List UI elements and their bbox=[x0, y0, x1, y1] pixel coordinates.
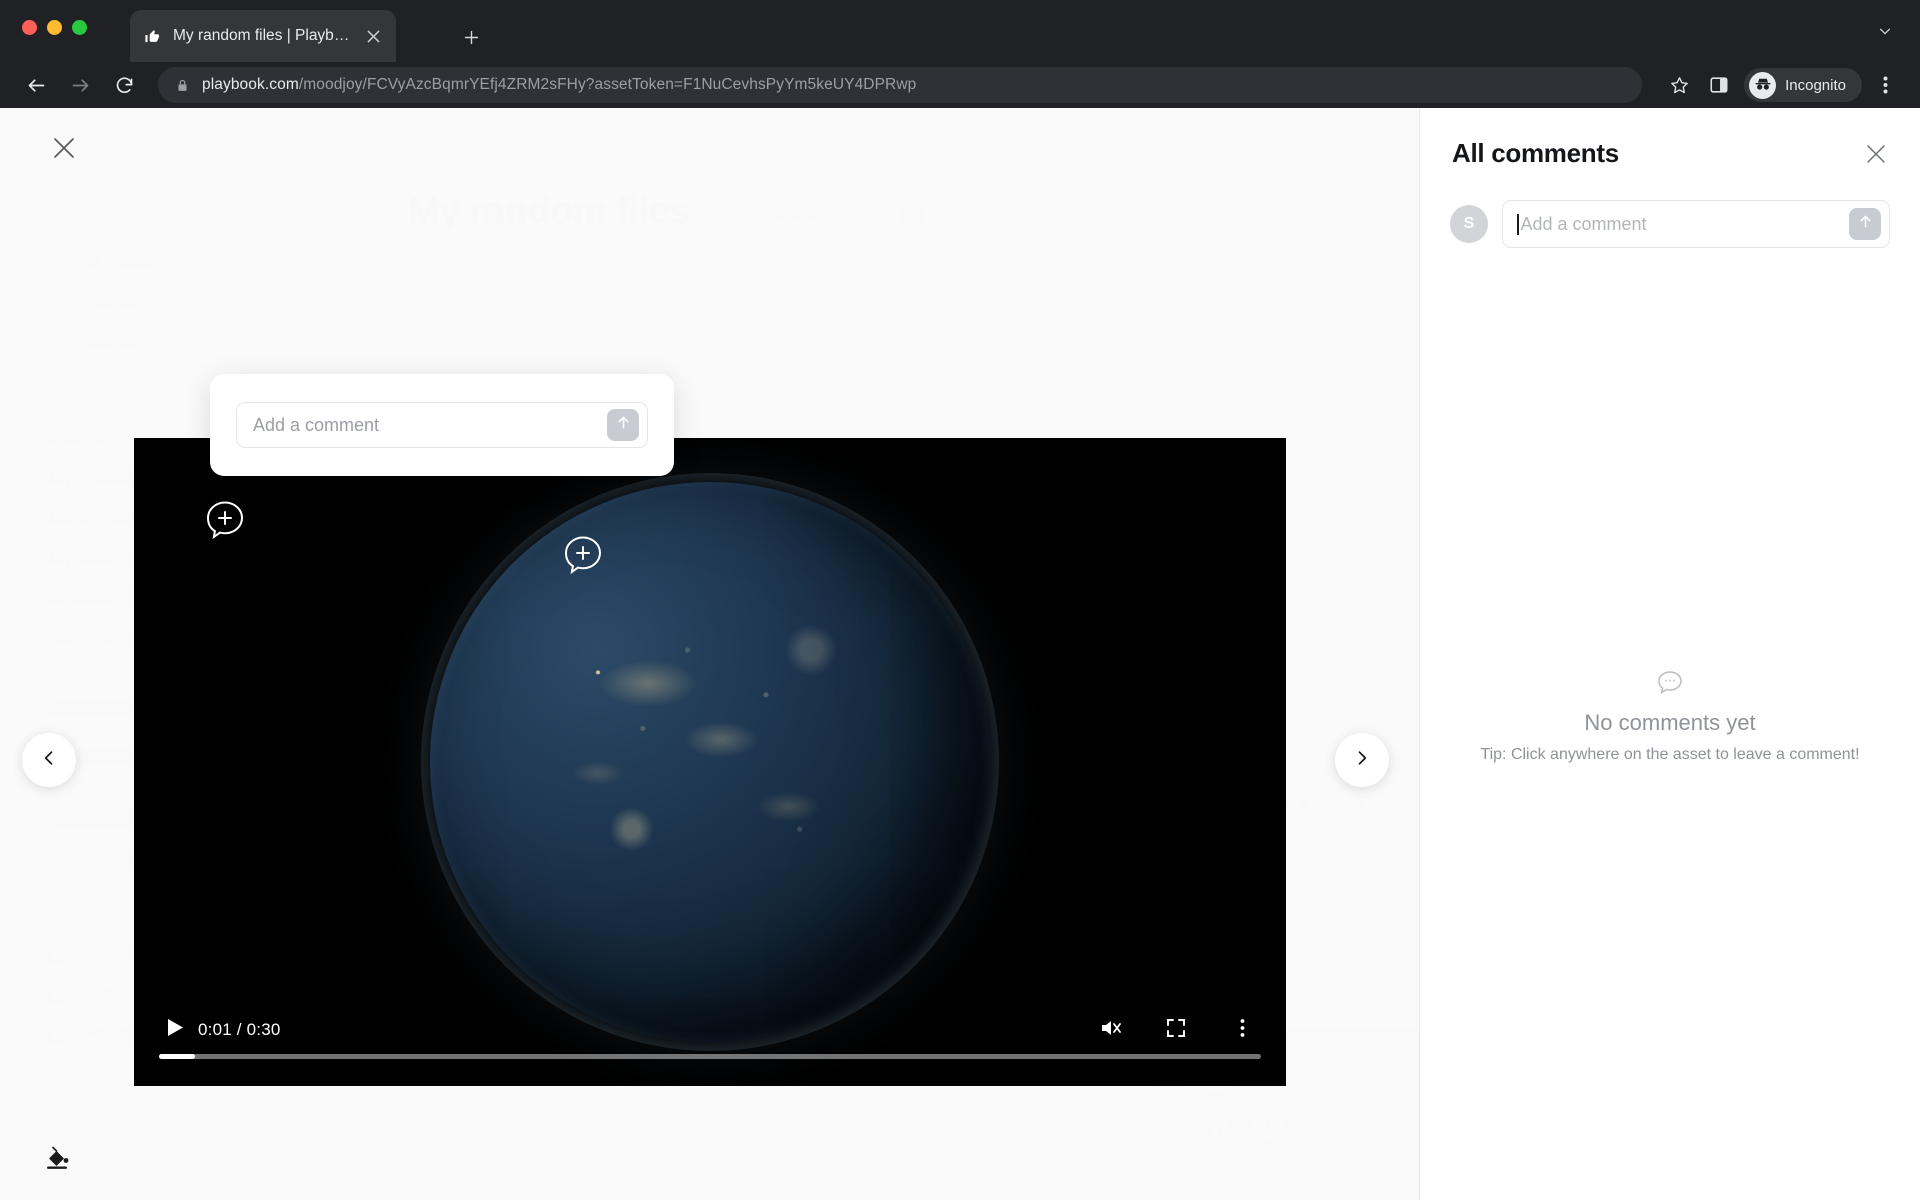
arrow-up-icon bbox=[1857, 213, 1874, 235]
earth-video-frame bbox=[430, 482, 990, 1042]
next-asset-button[interactable] bbox=[1335, 733, 1389, 787]
window-traffic-lights[interactable] bbox=[22, 20, 87, 35]
browser-toolbar: playbook.com/moodjoy/FCVyAzcBqmrYEfj4ZRM… bbox=[0, 62, 1920, 108]
chevron-down-icon[interactable] bbox=[1872, 18, 1898, 44]
video-time-display: 0:01 / 0:30 bbox=[198, 1020, 281, 1039]
video-player[interactable]: 0:01 / 0:30 bbox=[134, 438, 1286, 1086]
fullscreen-icon bbox=[1166, 1018, 1186, 1043]
tab-title: My random files | Playbook bbox=[173, 27, 352, 44]
close-icon[interactable] bbox=[362, 25, 384, 47]
chevron-left-icon bbox=[39, 748, 59, 773]
url-domain: playbook.com bbox=[202, 76, 299, 93]
screen: My random files | Playbook playbook.com/… bbox=[0, 0, 1920, 1200]
profile-chip[interactable]: Incognito bbox=[1744, 68, 1862, 102]
video-controls: 0:01 / 0:30 bbox=[134, 990, 1286, 1086]
browser-tab[interactable]: My random files | Playbook bbox=[130, 10, 396, 62]
video-progress-bar[interactable] bbox=[159, 1054, 1261, 1059]
close-icon bbox=[1866, 144, 1886, 169]
reload-button[interactable] bbox=[106, 67, 142, 103]
comment-popover-send-button[interactable] bbox=[607, 409, 639, 441]
comment-pin-1[interactable] bbox=[204, 499, 246, 546]
play-icon bbox=[167, 1018, 184, 1042]
paint-bucket-icon bbox=[44, 1145, 70, 1176]
lightbox-close-button[interactable] bbox=[42, 128, 86, 172]
comment-plus-icon bbox=[562, 534, 604, 581]
comment-popover-input[interactable]: Add a comment bbox=[236, 402, 648, 448]
play-button[interactable] bbox=[158, 1013, 192, 1047]
volume-muted-icon bbox=[1098, 1016, 1122, 1045]
previous-asset-button[interactable] bbox=[22, 733, 76, 787]
comment-input-placeholder: Add a comment bbox=[1520, 213, 1647, 234]
comment-input[interactable]: Add a comment bbox=[1502, 200, 1890, 248]
comments-sidebar-header: All comments bbox=[1420, 108, 1920, 200]
thumbs-up-icon bbox=[142, 26, 163, 47]
fullscreen-button[interactable] bbox=[1156, 1010, 1196, 1050]
profile-label: Incognito bbox=[1785, 76, 1846, 94]
minimize-window-button[interactable] bbox=[47, 20, 62, 35]
mute-button[interactable] bbox=[1090, 1010, 1130, 1050]
empty-state-tip: Tip: Click anywhere on the asset to leav… bbox=[1480, 746, 1860, 763]
three-dot-menu-icon[interactable] bbox=[1868, 68, 1902, 102]
text-caret bbox=[1517, 213, 1519, 235]
video-progress-fill bbox=[159, 1054, 196, 1059]
star-icon[interactable] bbox=[1662, 68, 1696, 102]
video-more-button[interactable] bbox=[1222, 1010, 1262, 1050]
url-path: /moodjoy/FCVyAzcBqmrYEfj4ZRM2sFHy?assetT… bbox=[298, 76, 917, 93]
arrow-up-icon bbox=[615, 414, 632, 436]
chevron-right-icon bbox=[1352, 748, 1372, 773]
comment-pin-2[interactable] bbox=[562, 534, 604, 581]
comments-empty-state: No comments yet Tip: Click anywhere on t… bbox=[1420, 668, 1920, 764]
paint-bucket-button[interactable] bbox=[40, 1143, 74, 1177]
browser-chrome: My random files | Playbook playbook.com/… bbox=[0, 0, 1920, 108]
side-panel-icon[interactable] bbox=[1702, 68, 1736, 102]
comments-sidebar: All comments S Add a comment No comments… bbox=[1420, 108, 1920, 1200]
url-text: playbook.com/moodjoy/FCVyAzcBqmrYEfj4ZRM… bbox=[202, 76, 916, 94]
avatar: S bbox=[1450, 205, 1488, 243]
comments-sidebar-title: All comments bbox=[1452, 138, 1619, 168]
comment-popover-placeholder: Add a comment bbox=[253, 414, 380, 435]
tab-strip: My random files | Playbook bbox=[0, 0, 1920, 62]
comment-send-button[interactable] bbox=[1849, 208, 1881, 240]
incognito-icon bbox=[1749, 71, 1777, 99]
page-content: My random files Share All media People B… bbox=[0, 108, 1920, 1200]
address-bar[interactable]: playbook.com/moodjoy/FCVyAzcBqmrYEfj4ZRM… bbox=[158, 67, 1643, 103]
empty-state-title: No comments yet bbox=[1584, 710, 1756, 735]
close-window-button[interactable] bbox=[22, 20, 37, 35]
three-dot-menu-icon bbox=[1240, 1018, 1245, 1043]
forward-button[interactable] bbox=[62, 67, 98, 103]
comment-bubble-icon bbox=[1420, 668, 1920, 698]
maximize-window-button[interactable] bbox=[72, 20, 87, 35]
comment-plus-icon bbox=[204, 499, 246, 546]
comments-sidebar-close-button[interactable] bbox=[1858, 138, 1894, 174]
new-tab-button[interactable] bbox=[456, 22, 486, 52]
comment-popover: Add a comment bbox=[210, 374, 674, 476]
back-button[interactable] bbox=[18, 67, 54, 103]
lock-icon bbox=[174, 79, 190, 92]
close-icon bbox=[53, 137, 75, 164]
comment-composer: S Add a comment bbox=[1420, 200, 1920, 248]
